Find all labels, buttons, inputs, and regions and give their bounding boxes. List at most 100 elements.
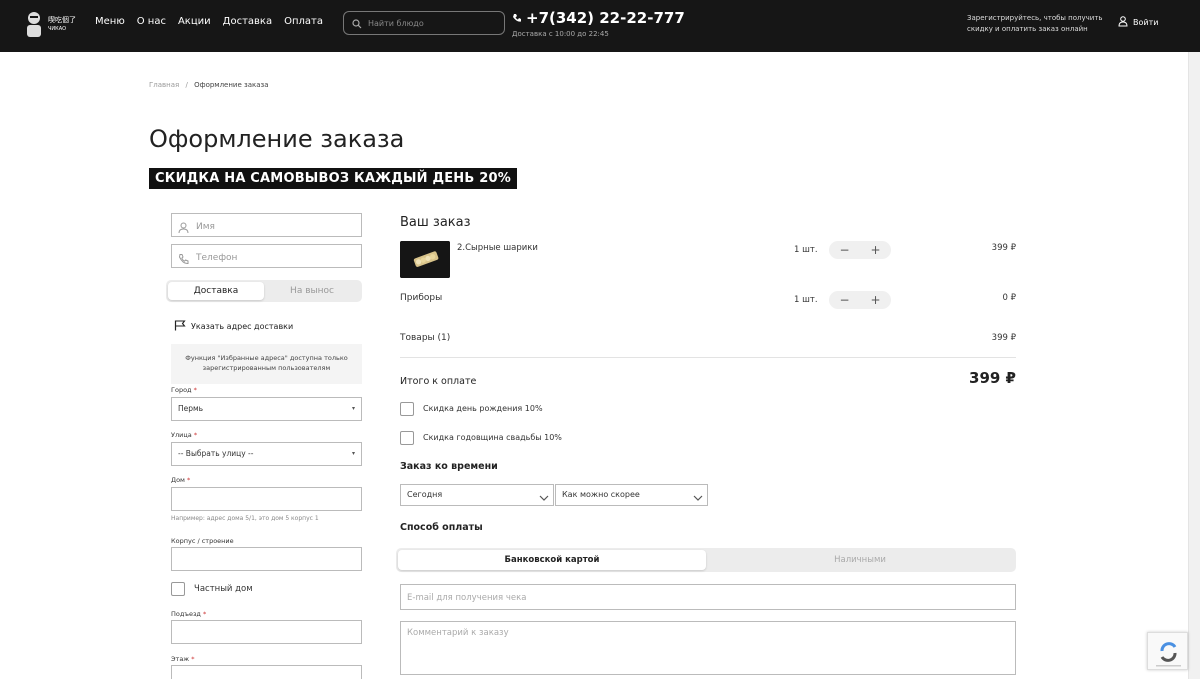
quantity-stepper: − + (829, 241, 891, 259)
payment-method-toggle: Банковской картой Наличными (396, 548, 1016, 572)
minus-icon[interactable]: − (839, 243, 849, 257)
name-input[interactable] (172, 216, 361, 238)
breadcrumb-current: Оформление заказа (194, 81, 269, 89)
entrance-input[interactable] (171, 620, 362, 644)
email-input[interactable] (401, 586, 1015, 610)
recaptcha-icon (1156, 642, 1181, 667)
cutlery-stepper: − + (829, 291, 891, 309)
logo-text: 喫吃個了 (48, 16, 76, 24)
building-input[interactable] (171, 547, 362, 571)
search-box (343, 11, 505, 35)
login-button[interactable]: Войти (1118, 16, 1158, 29)
street-select[interactable]: -- Выбрать улицу -- ▾ (171, 442, 362, 466)
house-hint: Например: адрес дома 5/1, это дом 5 корп… (171, 515, 319, 522)
item-quantity: 1 шт. (794, 245, 818, 255)
item-name: 2.Сырные шарики (457, 243, 538, 253)
tab-cash-payment[interactable]: Наличными (706, 550, 1014, 570)
nav-item-about[interactable]: О нас (137, 16, 166, 27)
email-field (400, 584, 1016, 610)
phone-block: +7(342) 22-22-777 Доставка с 10:00 до 22… (512, 9, 685, 38)
nav-item-delivery[interactable]: Доставка (223, 16, 272, 27)
cutlery-name: Приборы (400, 293, 443, 303)
city-label: Город * (171, 386, 197, 394)
caret-down-icon: ▾ (351, 405, 355, 412)
breadcrumb-home[interactable]: Главная (149, 81, 179, 89)
specify-address-label: Указать адрес доставки (191, 322, 294, 331)
cutlery-price: 0 ₽ (1002, 293, 1016, 303)
anniversary-discount-checkbox[interactable] (400, 431, 414, 445)
plus-icon[interactable]: + (870, 293, 880, 307)
page-title: Оформление заказа (149, 125, 405, 153)
private-house-checkbox[interactable] (171, 582, 185, 596)
birthday-discount-label: Скидка день рождения 10% (423, 404, 543, 413)
search-icon (352, 14, 362, 33)
user-icon (1118, 16, 1128, 29)
breadcrumb: Главная / Оформление заказа (149, 81, 269, 89)
delivery-hours: Доставка с 10:00 до 22:45 (512, 30, 609, 38)
nav-item-promotions[interactable]: Акции (178, 16, 211, 27)
person-icon (178, 219, 189, 238)
city-select[interactable]: Пермь ▾ (171, 397, 362, 421)
payment-method-heading: Способ оплаты (400, 522, 483, 533)
phone-input[interactable] (172, 247, 361, 269)
flag-icon (174, 320, 186, 333)
caret-down-icon: ▾ (351, 450, 355, 457)
house-label: Дом * (171, 476, 191, 484)
pickup-discount-banner: СКИДКА НА САМОВЫВОЗ КАЖДЫЙ ДЕНЬ 20% (149, 168, 517, 189)
floor-label: Этаж * (171, 655, 195, 663)
phone-handset-icon (178, 250, 189, 269)
total-value: 399 ₽ (969, 369, 1016, 387)
comment-textarea[interactable] (401, 622, 1015, 674)
phone-number[interactable]: +7(342) 22-22-777 (526, 9, 685, 27)
birthday-discount-checkbox[interactable] (400, 402, 414, 416)
nav-item-menu[interactable]: Меню (95, 16, 125, 27)
order-time-select[interactable]: Как можно скорее (555, 484, 708, 506)
page-scrollbar[interactable] (1188, 52, 1200, 679)
recaptcha-badge[interactable] (1147, 632, 1188, 670)
phone-icon (512, 9, 522, 27)
anniversary-discount-label: Скидка годовщина свадьбы 10% (423, 433, 562, 442)
phone-field (171, 244, 362, 269)
specify-address-link[interactable]: Указать адрес доставки (174, 320, 293, 333)
cutlery-quantity: 1 шт. (794, 295, 818, 305)
building-label: Корпус / строение (171, 537, 234, 545)
order-day-value: Сегодня (407, 490, 443, 499)
street-label: Улица * (171, 431, 198, 439)
main-nav: Меню О нас Акции Доставка Оплата (95, 16, 323, 27)
tab-delivery[interactable]: Доставка (168, 282, 264, 300)
order-time-heading: Заказ ко времени (400, 461, 498, 472)
product-thumbnail (400, 241, 450, 278)
login-label: Войти (1133, 18, 1159, 27)
street-value: -- Выбрать улицу -- (178, 449, 254, 458)
minus-icon[interactable]: − (839, 293, 849, 307)
name-field (171, 213, 362, 238)
breadcrumb-separator: / (185, 81, 188, 89)
floor-input[interactable] (171, 665, 362, 679)
logo-subtext: ЧИКАО (48, 26, 67, 32)
logo-mark-icon (24, 10, 44, 40)
comment-field (400, 621, 1016, 675)
tab-takeaway[interactable]: На вынос (264, 282, 360, 300)
entrance-label: Подъезд * (171, 610, 207, 618)
plus-icon[interactable]: + (870, 243, 880, 257)
item-price: 399 ₽ (991, 243, 1016, 253)
divider (400, 357, 1016, 358)
goods-price: 399 ₽ (991, 333, 1016, 343)
logo[interactable]: 喫吃個了 ЧИКАО (24, 8, 84, 42)
order-day-select[interactable]: Сегодня (400, 484, 554, 506)
search-input[interactable] (368, 18, 498, 28)
favorites-notice: Функция "Избранные адреса" доступна толь… (171, 344, 362, 384)
private-house-label: Частный дом (194, 584, 253, 594)
house-input[interactable] (171, 487, 362, 511)
delivery-type-toggle: Доставка На вынос (166, 280, 362, 302)
order-title: Ваш заказ (400, 215, 471, 230)
nav-item-payment[interactable]: Оплата (284, 16, 323, 27)
tab-card-payment[interactable]: Банковской картой (398, 550, 706, 570)
register-promo[interactable]: Зарегистрируйтесь, чтобы получить скидку… (967, 13, 1107, 35)
chevron-down-icon (693, 490, 703, 510)
total-label: Итого к оплате (400, 376, 477, 387)
site-header: 喫吃個了 ЧИКАО Меню О нас Акции Доставка Опл… (0, 0, 1200, 52)
goods-label: Товары (1) (400, 333, 451, 343)
order-time-value: Как можно скорее (562, 490, 640, 499)
city-value: Пермь (178, 404, 204, 413)
